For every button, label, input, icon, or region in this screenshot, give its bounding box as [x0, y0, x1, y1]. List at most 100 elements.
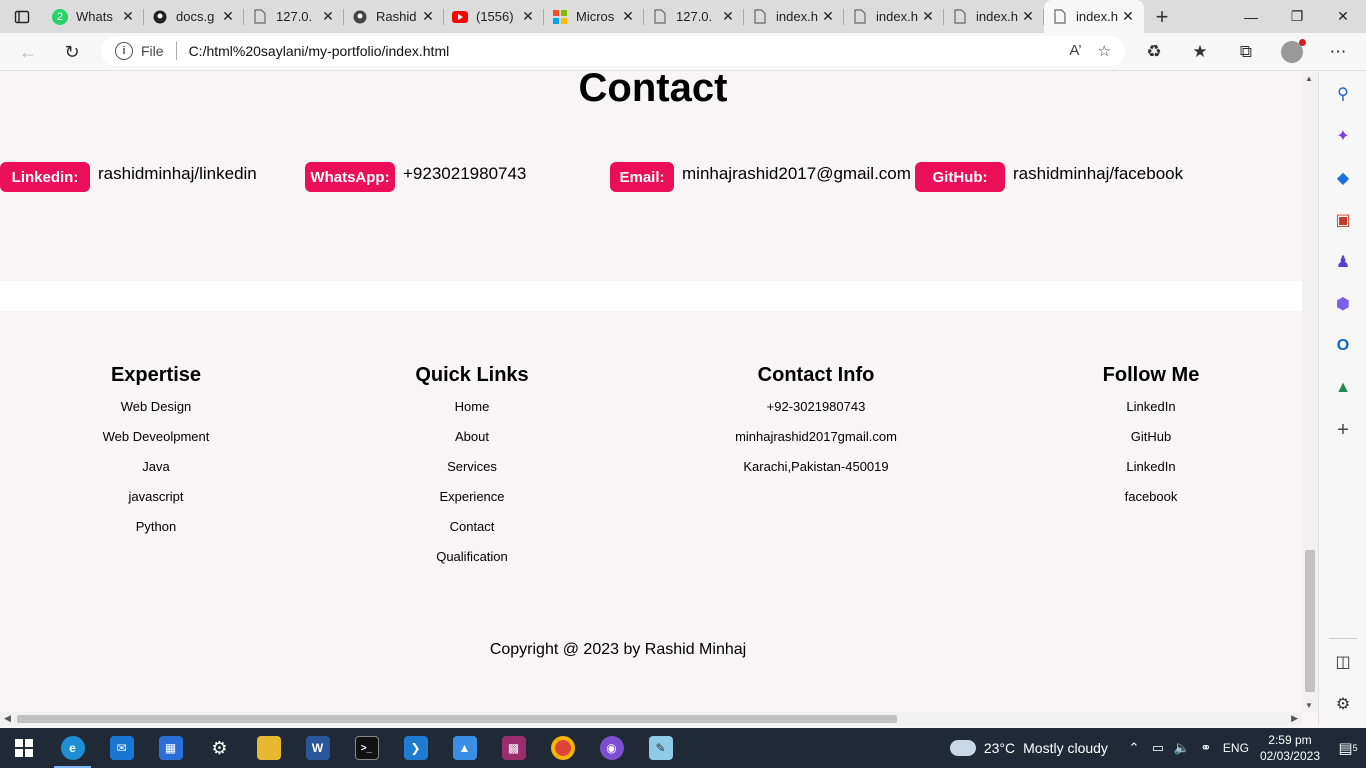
- footer-link[interactable]: facebook: [1001, 488, 1301, 518]
- footer-link[interactable]: Python: [6, 518, 306, 548]
- vertical-scrollbar[interactable]: ▲ ▼: [1302, 72, 1318, 712]
- clock[interactable]: 2:59 pm 02/03/2023: [1260, 732, 1320, 764]
- footer-link[interactable]: About: [322, 428, 622, 458]
- browser-tab[interactable]: 127.0. ✕: [644, 0, 744, 33]
- tools-icon[interactable]: ▣: [1331, 208, 1355, 232]
- close-tab-icon[interactable]: ✕: [120, 8, 136, 25]
- start-button[interactable]: [0, 728, 48, 768]
- copilot-icon[interactable]: ✦: [1331, 124, 1355, 148]
- sidebar-settings-icon[interactable]: ⚙: [1331, 692, 1355, 716]
- footer-quick-links: Quick Links Home About Services Experien…: [322, 364, 622, 578]
- taskbar-settings[interactable]: ⚙: [195, 728, 244, 768]
- settings-menu-button[interactable]: ⋯: [1318, 36, 1358, 68]
- new-tab-button[interactable]: +: [1144, 0, 1180, 33]
- chevron-up-icon[interactable]: ⌃: [1122, 740, 1146, 756]
- horizontal-scroll-thumb[interactable]: [17, 715, 897, 723]
- footer-link[interactable]: Web Deveolpment: [6, 428, 306, 458]
- refresh-button[interactable]: ↻: [52, 36, 92, 68]
- footer-link[interactable]: Qualification: [322, 548, 622, 578]
- browser-tab[interactable]: index.h ✕: [744, 0, 844, 33]
- footer-expertise: Expertise Web Design Web Deveolpment Jav…: [6, 364, 306, 548]
- footer-link[interactable]: LinkedIn: [1001, 458, 1301, 488]
- taskbar-explorer[interactable]: [244, 728, 293, 768]
- footer-link[interactable]: GitHub: [1001, 428, 1301, 458]
- close-tab-icon[interactable]: ✕: [620, 8, 636, 25]
- close-window-button[interactable]: ✕: [1320, 0, 1366, 33]
- contact-label-badge: Linkedin:: [0, 162, 90, 192]
- language-indicator[interactable]: ENG: [1218, 741, 1254, 755]
- shopping-icon[interactable]: ◆: [1331, 166, 1355, 190]
- horizontal-scrollbar[interactable]: ◀ ▶: [0, 712, 1302, 726]
- taskbar-notepad[interactable]: ✎: [636, 728, 685, 768]
- taskbar-terminal[interactable]: >_: [342, 728, 391, 768]
- microsoft365-icon[interactable]: ⬢: [1331, 292, 1355, 316]
- favorites-button[interactable]: ★: [1180, 36, 1220, 68]
- browser-tab[interactable]: docs.g ✕: [144, 0, 244, 33]
- browser-tab[interactable]: (1556) ✕: [444, 0, 544, 33]
- network-globe-icon[interactable]: ⚭: [1194, 740, 1218, 756]
- close-tab-icon[interactable]: ✕: [920, 8, 936, 25]
- close-tab-icon[interactable]: ✕: [1020, 8, 1036, 25]
- footer-link[interactable]: Java: [6, 458, 306, 488]
- restore-button[interactable]: ❐: [1274, 0, 1320, 33]
- browser-tab[interactable]: index.h ✕: [844, 0, 944, 33]
- taskbar-edge[interactable]: e: [48, 728, 97, 768]
- battery-icon[interactable]: ▭: [1146, 740, 1170, 756]
- info-icon[interactable]: i: [115, 42, 133, 60]
- hide-sidebar-icon[interactable]: ◫: [1331, 650, 1355, 674]
- close-tab-icon[interactable]: ✕: [520, 8, 536, 25]
- extensions-button[interactable]: ♻: [1134, 36, 1174, 68]
- games-icon[interactable]: ♟: [1331, 250, 1355, 274]
- vertical-scroll-thumb[interactable]: [1305, 550, 1315, 692]
- address-url[interactable]: C:/html%20saylani/my-portfolio/index.htm…: [189, 43, 1070, 59]
- taskbar-store[interactable]: ▦: [146, 728, 195, 768]
- browser-tab[interactable]: 2 Whats ✕: [44, 0, 144, 33]
- taskbar-chrome[interactable]: [538, 728, 587, 768]
- weather-widget[interactable]: 23°C Mostly cloudy: [949, 734, 1108, 756]
- taskbar-mail[interactable]: ✉: [97, 728, 146, 768]
- footer-link[interactable]: javascript: [6, 488, 306, 518]
- footer-link[interactable]: Experience: [322, 488, 622, 518]
- browser-tab[interactable]: Micros ✕: [544, 0, 644, 33]
- close-tab-icon[interactable]: ✕: [420, 8, 436, 25]
- collections-button[interactable]: ⧉: [1226, 36, 1266, 68]
- search-icon[interactable]: ⚲: [1331, 82, 1355, 106]
- browser-tab[interactable]: 127.0. ✕: [244, 0, 344, 33]
- puzzle-icon: ♻: [1146, 42, 1162, 61]
- volume-icon[interactable]: 🔈: [1170, 740, 1194, 756]
- footer-link[interactable]: Services: [322, 458, 622, 488]
- footer-link[interactable]: Home: [322, 398, 622, 428]
- close-tab-icon[interactable]: ✕: [1120, 8, 1136, 25]
- contact-value: rashidminhaj/facebook: [1013, 164, 1184, 183]
- taskbar-winrar[interactable]: ▩: [489, 728, 538, 768]
- taskbar-github[interactable]: ◉: [587, 728, 636, 768]
- notifications-button[interactable]: ▤ 5: [1330, 728, 1366, 768]
- back-button[interactable]: ←: [8, 36, 48, 68]
- scroll-right-icon[interactable]: ▶: [1291, 713, 1298, 724]
- minimize-button[interactable]: —: [1228, 0, 1274, 33]
- add-sidebar-app-icon[interactable]: +: [1331, 418, 1355, 442]
- footer-link[interactable]: Web Design: [6, 398, 306, 428]
- address-bar[interactable]: i File C:/html%20saylani/my-portfolio/in…: [101, 36, 1125, 66]
- outlook-icon[interactable]: O: [1331, 334, 1355, 358]
- close-tab-icon[interactable]: ✕: [820, 8, 836, 25]
- scroll-up-icon[interactable]: ▲: [1305, 74, 1313, 83]
- add-favorite-icon[interactable]: ☆: [1098, 42, 1111, 60]
- close-tab-icon[interactable]: ✕: [320, 8, 336, 25]
- profile-button[interactable]: [1272, 36, 1312, 68]
- read-aloud-icon[interactable]: A’: [1069, 42, 1081, 60]
- taskbar-photos[interactable]: ▲: [440, 728, 489, 768]
- taskbar-word[interactable]: W: [293, 728, 342, 768]
- scroll-down-icon[interactable]: ▼: [1305, 701, 1313, 710]
- close-tab-icon[interactable]: ✕: [720, 8, 736, 25]
- footer-link[interactable]: Contact: [322, 518, 622, 548]
- tab-actions-button[interactable]: [0, 0, 44, 33]
- scroll-left-icon[interactable]: ◀: [4, 713, 11, 724]
- browser-tab[interactable]: Rashid ✕: [344, 0, 444, 33]
- footer-link[interactable]: LinkedIn: [1001, 398, 1301, 428]
- drop-icon[interactable]: ▲: [1331, 376, 1355, 400]
- browser-tab[interactable]: index.h ✕: [1044, 0, 1144, 33]
- close-tab-icon[interactable]: ✕: [220, 8, 236, 25]
- browser-tab[interactable]: index.h ✕: [944, 0, 1044, 33]
- taskbar-vscode[interactable]: ❯: [391, 728, 440, 768]
